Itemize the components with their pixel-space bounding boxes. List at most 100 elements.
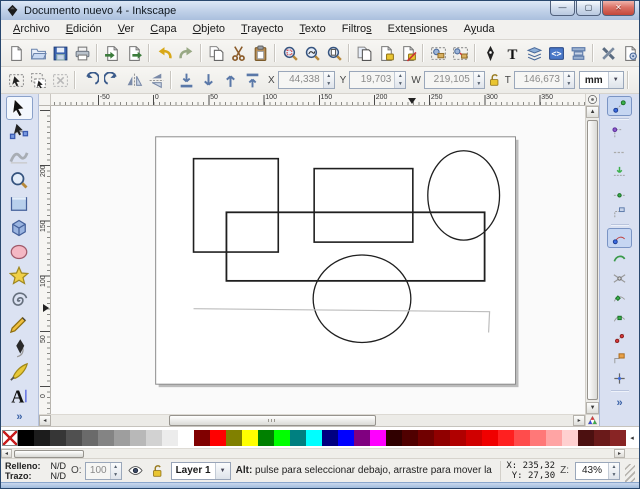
zoom-drawing-button[interactable] xyxy=(301,42,323,64)
layer-dropdown[interactable]: Layer 1 ▼ xyxy=(171,462,231,480)
menu-ayuda[interactable]: Ayuda xyxy=(456,20,503,39)
scroll-up-arrow[interactable]: ▲ xyxy=(586,106,599,118)
menu-edicin[interactable]: Edición xyxy=(58,20,110,39)
save-document-button[interactable] xyxy=(49,42,71,64)
document-properties-button[interactable] xyxy=(619,42,640,64)
snap-cusp-nodes-button[interactable] xyxy=(607,288,632,308)
palette-swatch[interactable] xyxy=(578,430,594,446)
layer-lock-button[interactable] xyxy=(149,462,166,479)
snap-path-intersections-button[interactable] xyxy=(607,268,632,288)
snap-line-midpoints-button[interactable] xyxy=(607,328,632,348)
lower-to-bottom-button[interactable] xyxy=(175,69,197,91)
zoom-page-button[interactable] xyxy=(323,42,345,64)
undo-button[interactable] xyxy=(153,42,175,64)
maximize-button[interactable]: ▢ xyxy=(576,1,601,16)
palette-swatch[interactable] xyxy=(258,430,274,446)
vertical-ruler[interactable]: 200150100500 xyxy=(39,106,51,414)
y-field[interactable]: 19,703 ▲▼ xyxy=(349,71,406,89)
unlink-clone-button[interactable] xyxy=(397,42,419,64)
rectangle-tool-button[interactable] xyxy=(6,192,33,216)
width-field[interactable]: 219,105 ▲▼ xyxy=(424,71,485,89)
palette-swatch[interactable] xyxy=(546,430,562,446)
opacity-field[interactable]: 100 ▲▼ xyxy=(85,462,122,480)
palette-swatch[interactable] xyxy=(562,430,578,446)
calligraphy-tool-button[interactable] xyxy=(6,360,33,384)
palette-swatch[interactable] xyxy=(130,430,146,446)
palette-swatch[interactable] xyxy=(418,430,434,446)
deselect-button[interactable] xyxy=(49,69,71,91)
close-button[interactable]: ✕ xyxy=(602,1,635,16)
zoom-field[interactable]: 43% ▲▼ xyxy=(575,462,620,480)
open-document-button[interactable] xyxy=(27,42,49,64)
palette-swatch[interactable] xyxy=(610,430,626,446)
palette-swatch[interactable] xyxy=(98,430,114,446)
snap-toggle-button[interactable] xyxy=(607,96,632,116)
palette-swatch[interactable] xyxy=(82,430,98,446)
layer-visibility-button[interactable] xyxy=(127,462,144,479)
xml-editor-button[interactable]: <> xyxy=(545,42,567,64)
color-management-button[interactable] xyxy=(586,414,599,426)
cms-adjust-button[interactable] xyxy=(586,94,599,106)
palette-swatch[interactable] xyxy=(290,430,306,446)
palette-swatch[interactable] xyxy=(322,430,338,446)
spiral-tool-button[interactable] xyxy=(6,288,33,312)
align-dialog-button[interactable] xyxy=(567,42,589,64)
scroll-right-arrow[interactable]: ▸ xyxy=(573,415,585,426)
height-field[interactable]: 146,673 ▲▼ xyxy=(514,71,575,89)
select-all-button[interactable] xyxy=(5,69,27,91)
horizontal-scrollbar[interactable]: ◂ ▸ xyxy=(39,414,585,426)
cut-button[interactable] xyxy=(227,42,249,64)
palette-swatch[interactable] xyxy=(242,430,258,446)
drawing-canvas[interactable] xyxy=(51,106,585,414)
palette-swatch[interactable] xyxy=(354,430,370,446)
palette-swatch[interactable] xyxy=(66,430,82,446)
rotate-cw-button[interactable] xyxy=(101,69,123,91)
palette-swatch[interactable] xyxy=(146,430,162,446)
palette-swatch[interactable] xyxy=(18,430,34,446)
palette-swatch[interactable] xyxy=(338,430,354,446)
menu-objeto[interactable]: Objeto xyxy=(185,20,233,39)
palette-swatch[interactable] xyxy=(514,430,530,446)
pencil-tool-button[interactable] xyxy=(6,312,33,336)
palette-swatch[interactable] xyxy=(194,430,210,446)
vertical-scrollbar[interactable]: ▲ ▼ xyxy=(586,106,599,414)
fill-stroke-dialog-button[interactable] xyxy=(479,42,501,64)
redo-button[interactable] xyxy=(175,42,197,64)
minimize-button[interactable]: — xyxy=(550,1,575,16)
new-document-button[interactable] xyxy=(5,42,27,64)
palette-swatch[interactable] xyxy=(162,430,178,446)
menu-texto[interactable]: Texto xyxy=(291,20,333,39)
opacity-spinner[interactable]: ▲▼ xyxy=(110,463,121,479)
selector-tool-button[interactable] xyxy=(6,96,33,120)
palette-swatch[interactable] xyxy=(50,430,66,446)
menu-trayecto[interactable]: Trayecto xyxy=(233,20,291,39)
page[interactable] xyxy=(156,137,516,384)
node-editor-tool-button[interactable] xyxy=(6,120,33,144)
palette-scroll-left-arrow[interactable]: ◂ xyxy=(1,449,12,458)
height-field-spinner[interactable]: ▲▼ xyxy=(563,72,574,88)
palette-swatch[interactable] xyxy=(498,430,514,446)
palette-swatch[interactable] xyxy=(370,430,386,446)
menu-capa[interactable]: Capa xyxy=(142,20,184,39)
palette-swatch[interactable] xyxy=(226,430,242,446)
zoom-selection-button[interactable] xyxy=(279,42,301,64)
raise-to-top-button[interactable] xyxy=(241,69,263,91)
text-dialog-button[interactable]: T xyxy=(501,42,523,64)
group-objects-button[interactable] xyxy=(427,42,449,64)
menu-extensiones[interactable]: Extensiones xyxy=(380,20,456,39)
horizontal-scroll-thumb[interactable] xyxy=(169,415,376,426)
tweak-tool-button[interactable] xyxy=(6,144,33,168)
resize-grip[interactable] xyxy=(625,464,635,482)
toolbox-overflow-button[interactable]: » xyxy=(16,411,22,423)
palette-swatch[interactable] xyxy=(210,430,226,446)
palette-left-arrow[interactable]: ◂ xyxy=(626,430,638,446)
raise-button[interactable] xyxy=(219,69,241,91)
snap-bounding-box-button[interactable] xyxy=(607,122,632,142)
palette-scroll-thumb[interactable] xyxy=(14,450,84,458)
palette-swatch[interactable] xyxy=(450,430,466,446)
palette-swatch[interactable] xyxy=(114,430,130,446)
copy-button[interactable] xyxy=(205,42,227,64)
palette-swatch[interactable] xyxy=(402,430,418,446)
scroll-left-arrow[interactable]: ◂ xyxy=(39,415,51,426)
text-tool-button[interactable]: A xyxy=(6,384,33,408)
